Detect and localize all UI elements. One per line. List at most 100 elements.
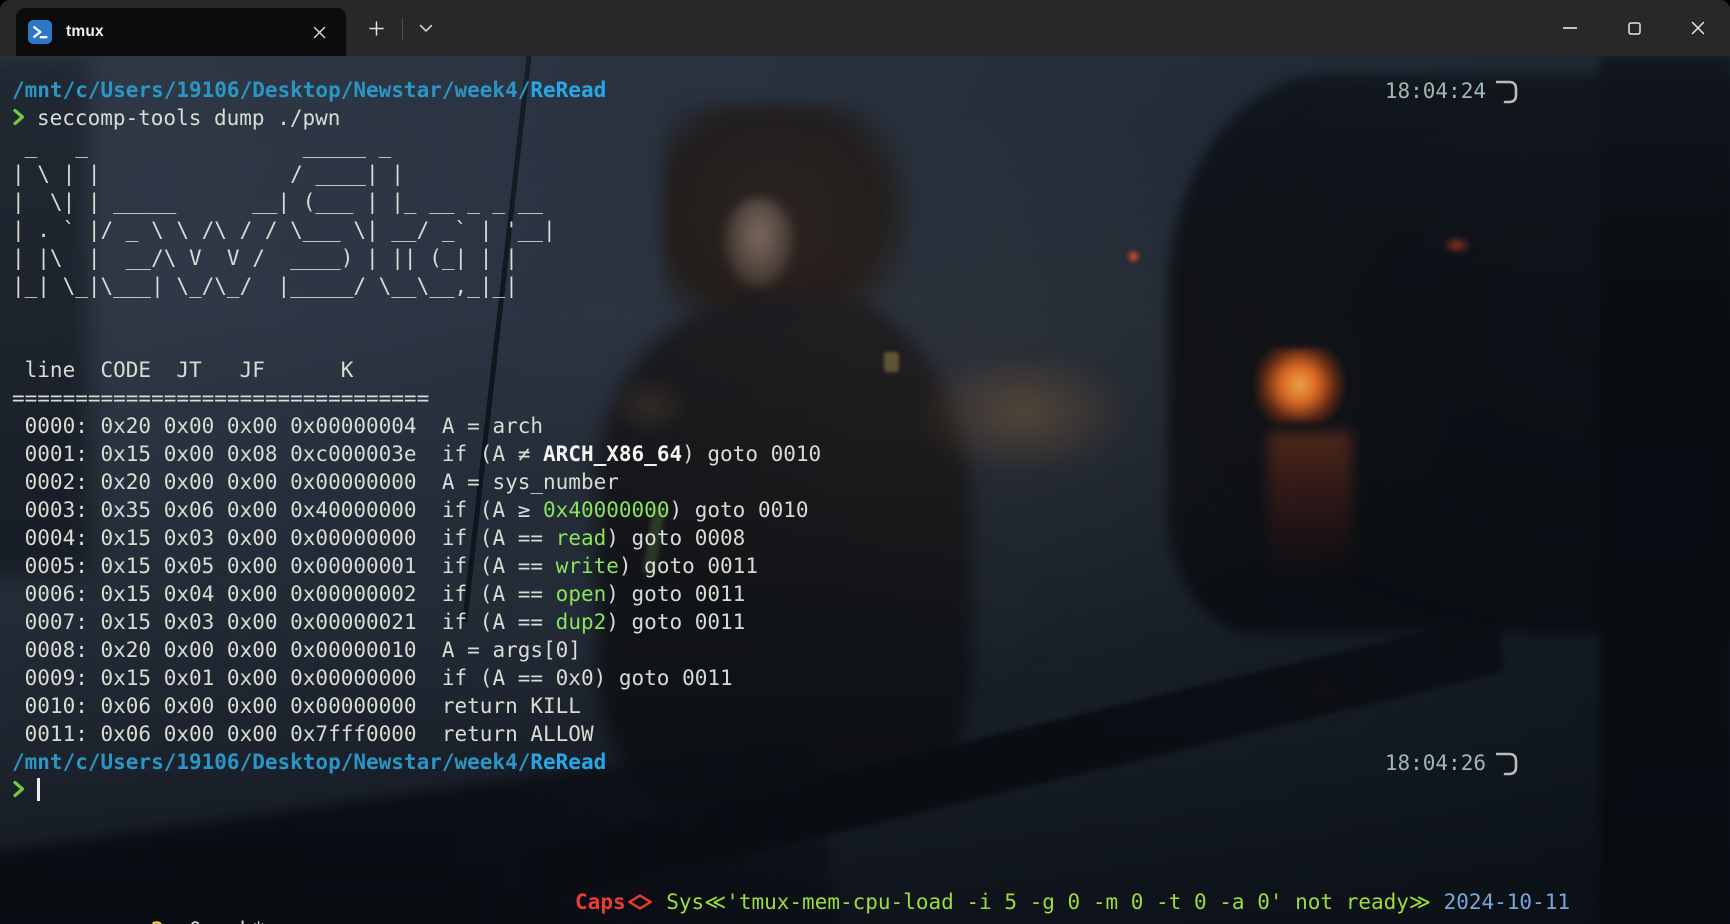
row-disasm-segment: if (A ≥ (442, 498, 543, 522)
row-disasm-segment: ) goto 0011 (606, 582, 745, 606)
ascii-banner-line: | |\ | __/\ V V / ____) | || (_| | | (12, 244, 1718, 272)
row-disasm-segment: 0x40000000 (543, 498, 669, 522)
row-bytes: 0000: 0x20 0x00 0x00 0x00000004 (12, 414, 442, 438)
prompt-corner-icon (1496, 76, 1520, 106)
table-row: 0008: 0x20 0x00 0x00 0x00000010 A = args… (12, 636, 1718, 664)
tmux-status-left[interactable]: >>>><2> 0:zsh* (88, 918, 265, 924)
row-bytes: 0008: 0x20 0x00 0x00 0x00000010 (12, 638, 442, 662)
row-disasm-segment: return KILL (442, 694, 581, 718)
prompt-line[interactable] (12, 776, 1718, 804)
table-row: 0007: 0x15 0x03 0x00 0x00000021 if (A ==… (12, 608, 1718, 636)
status-left-segment: >>>><2> (88, 918, 177, 924)
row-disasm-segment: ) goto 0010 (682, 442, 821, 466)
table-row: 0006: 0x15 0x04 0x00 0x00000002 if (A ==… (12, 580, 1718, 608)
blank-line (12, 300, 1718, 328)
prompt-chevron-icon (12, 778, 25, 800)
row-disasm-segment: write (556, 554, 619, 578)
table-row: 0011: 0x06 0x00 0x00 0x7fff0000 return A… (12, 720, 1718, 748)
row-bytes: 0004: 0x15 0x03 0x00 0x00000000 (12, 526, 442, 550)
table-row: 0010: 0x06 0x00 0x00 0x00000000 return K… (12, 692, 1718, 720)
command-line: seccomp-tools dump ./pwn (12, 104, 1718, 132)
status-right-segment: not ready (1282, 888, 1408, 916)
row-bytes: 0011: 0x06 0x00 0x00 0x7fff0000 (12, 722, 442, 746)
row-disasm-segment: A = sys_number (442, 470, 619, 494)
command-text: seccomp-tools dump ./pwn (37, 106, 340, 130)
table-row: 0004: 0x15 0x03 0x00 0x00000000 if (A ==… (12, 524, 1718, 552)
ascii-banner-line: |_| \_|\___| \_/\_/ |_____/ \__\__,_|_| (12, 272, 1718, 300)
maximize-button[interactable] (1602, 0, 1666, 56)
row-disasm-segment: if (A == (442, 610, 556, 634)
row-bytes: 0005: 0x15 0x05 0x00 0x00000001 (12, 554, 442, 578)
tmux-status-bar: >>>><2> 0:zsh* Caps Sys≪'tmux-mem-cpu-lo… (12, 888, 1730, 916)
row-disasm-segment: read (556, 526, 607, 550)
diamond-icon (628, 894, 652, 910)
row-disasm-segment: if (A == 0x0) goto 0011 (442, 666, 733, 690)
row-disasm-segment: open (556, 582, 607, 606)
row-bytes: 0009: 0x15 0x01 0x00 0x00000000 (12, 666, 442, 690)
prompt-corner-icon (1496, 748, 1520, 778)
powershell-icon (28, 20, 52, 44)
row-bytes: 0010: 0x06 0x00 0x00 0x00000000 (12, 694, 442, 718)
table-row: 0000: 0x20 0x00 0x00 0x00000004 A = arch (12, 412, 1718, 440)
cwd-line-2: /mnt/c/Users/19106/Desktop/Newstar/week4… (12, 748, 1718, 776)
ascii-banner: _ _ _____ _ | \ | | / ____| | | \| | ___… (12, 132, 1718, 300)
row-bytes: 0003: 0x35 0x06 0x00 0x40000000 (12, 498, 442, 522)
cwd-path: /mnt/c/Users/19106/Desktop/Newstar/week4… (12, 750, 530, 774)
timestamp: 18:04:24 (1385, 77, 1486, 105)
tmux-status-right: Caps Sys≪'tmux-mem-cpu-load -i 5 -g 0 -m… (575, 888, 1570, 916)
row-bytes: 0002: 0x20 0x00 0x00 0x00000000 (12, 470, 442, 494)
blank-line (12, 328, 1718, 356)
row-disasm-segment: if (A == (442, 582, 556, 606)
table-row: 0003: 0x35 0x06 0x00 0x40000000 if (A ≥ … (12, 496, 1718, 524)
status-left-segment: 0:zsh* (189, 918, 265, 924)
status-left-segment (176, 918, 189, 924)
text-cursor (37, 778, 40, 801)
row-disasm-segment: ) goto 0008 (606, 526, 745, 550)
terminal-screen: /mnt/c/Users/19106/Desktop/Newstar/week4… (12, 76, 1718, 924)
row-disasm-segment: return ALLOW (442, 722, 594, 746)
timestamp: 18:04:26 (1385, 749, 1486, 777)
terminal-content[interactable]: /mnt/c/Users/19106/Desktop/Newstar/week4… (0, 56, 1730, 924)
cwd-line-1: /mnt/c/Users/19106/Desktop/Newstar/week4… (12, 76, 1718, 104)
row-disasm-segment: dup2 (556, 610, 607, 634)
row-disasm-segment: A = arch (442, 414, 543, 438)
table-header: line CODE JT JF K (12, 356, 1718, 384)
status-right-segment (1431, 888, 1444, 916)
ascii-banner-line: | \| | _____ __| (___ | |_ __ _ _ __ (12, 188, 1718, 216)
cwd-highlight: ReRead (530, 750, 606, 774)
ascii-banner-line: | . ` |/ _ \ \ /\ / / \___ \| __/ _` | '… (12, 216, 1718, 244)
row-disasm-segment: ) goto 0011 (606, 610, 745, 634)
tab-tmux[interactable]: tmux (16, 8, 346, 56)
row-disasm-segment: ) goto 0011 (619, 554, 758, 578)
row-bytes: 0001: 0x15 0x00 0x08 0xc000003e (12, 442, 442, 466)
row-disasm-segment: A = args[0] (442, 638, 581, 662)
cwd-path: /mnt/c/Users/19106/Desktop/Newstar/week4… (12, 78, 530, 102)
prompt-chevron-icon (12, 106, 25, 128)
tab-dropdown-button[interactable] (407, 8, 445, 48)
status-right-segment: ≫ (1409, 888, 1431, 916)
tab-close-icon[interactable] (304, 17, 334, 47)
table-separator: ================================= (12, 384, 1718, 412)
new-tab-button[interactable] (354, 8, 398, 48)
row-disasm-segment: if (A ≠ (442, 442, 543, 466)
minimize-button[interactable] (1538, 0, 1602, 56)
row-disasm-segment: ARCH_X86_64 (543, 442, 682, 466)
table-row: 0002: 0x20 0x00 0x00 0x00000000 A = sys_… (12, 468, 1718, 496)
ascii-banner-line: _ _ _____ _ (12, 132, 1718, 160)
status-right-segment: ≪ (704, 888, 726, 916)
status-right-segment (654, 888, 667, 916)
table-row: 0009: 0x15 0x01 0x00 0x00000000 if (A ==… (12, 664, 1718, 692)
status-right-segment: 'tmux-mem-cpu-load -i 5 -g 0 -m 0 -t 0 -… (726, 888, 1282, 916)
status-right-segment: 2024-10-11 (1444, 888, 1570, 916)
row-bytes: 0006: 0x15 0x04 0x00 0x00000002 (12, 582, 442, 606)
row-disasm-segment: if (A == (442, 554, 556, 578)
status-right-segment: Caps (575, 888, 626, 916)
titlebar: tmux (0, 0, 1730, 56)
table-row: 0005: 0x15 0x05 0x00 0x00000001 if (A ==… (12, 552, 1718, 580)
terminal-window: tmux (0, 0, 1730, 924)
close-button[interactable] (1666, 0, 1730, 56)
seccomp-table: 0000: 0x20 0x00 0x00 0x00000004 A = arch… (12, 412, 1718, 748)
row-disasm-segment: ) goto 0010 (669, 498, 808, 522)
tabbar-divider (402, 18, 403, 40)
tab-title: tmux (66, 23, 104, 41)
